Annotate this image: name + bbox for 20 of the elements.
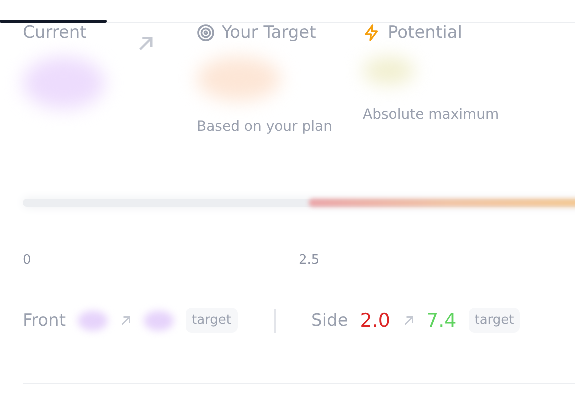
scale-label: 2.5 xyxy=(299,253,321,268)
view-label: Side xyxy=(312,310,348,330)
view-label: Front xyxy=(23,310,66,330)
blurred-value xyxy=(78,310,108,330)
caption: Absolute maximum xyxy=(363,107,500,123)
target-badge: target xyxy=(468,308,520,333)
caption: Based on your plan xyxy=(197,119,334,135)
column-title: Current xyxy=(23,23,87,43)
blurred-value xyxy=(144,310,174,330)
arrow-icon xyxy=(120,314,132,326)
tab-indicator[interactable] xyxy=(0,20,107,23)
lightning-icon xyxy=(363,24,381,42)
target-icon xyxy=(197,24,215,42)
target-badge: target xyxy=(186,308,238,333)
current-value: 2.0 xyxy=(360,310,391,332)
arrow-icon xyxy=(402,314,415,326)
column-title: Potential xyxy=(388,23,462,43)
column-title: Your Target xyxy=(222,23,316,43)
scale-label: 0 xyxy=(23,253,32,268)
target-value: 7.4 xyxy=(426,310,457,332)
